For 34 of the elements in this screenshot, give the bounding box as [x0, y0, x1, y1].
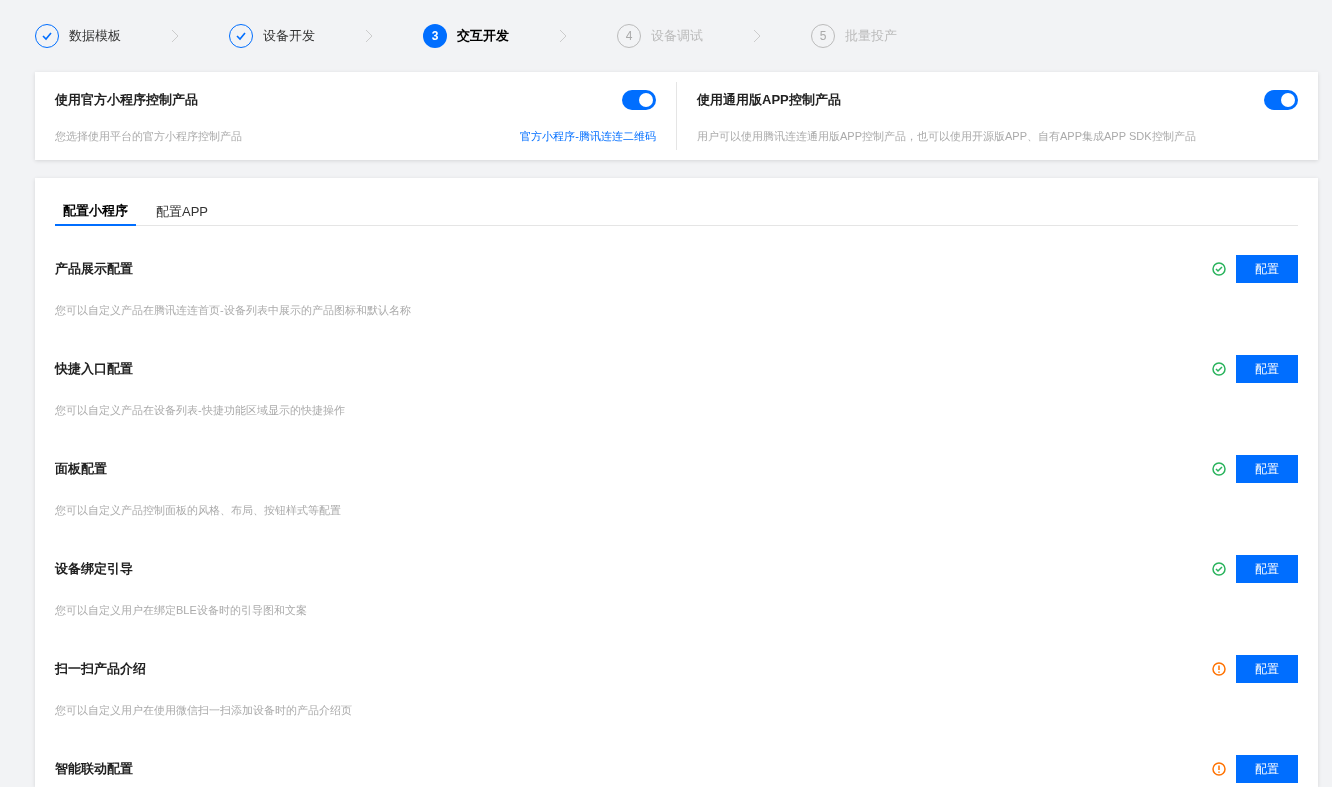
item-title: 产品展示配置 [55, 260, 133, 279]
chevron-right-icon [753, 29, 761, 43]
item-title: 快捷入口配置 [55, 360, 133, 379]
step-label: 交互开发 [457, 27, 509, 46]
item-description: 您可以自定义用户在使用微信扫一扫添加设备时的产品介绍页 [55, 703, 353, 718]
item-description: 您可以自定义产品在腾讯连连首页-设备列表中展示的产品图标和默认名称 [55, 303, 412, 318]
step-label: 数据模板 [69, 27, 121, 46]
item-title: 面板配置 [55, 460, 107, 479]
item-description: 您可以自定义产品控制面板的风格、布局、按钮样式等配置 [55, 503, 342, 518]
item-title: 智能联动配置 [55, 760, 133, 779]
toggle-switch[interactable] [622, 90, 656, 110]
configure-button[interactable]: 配置 [1236, 455, 1298, 483]
chevron-right-icon [171, 29, 179, 43]
item-title: 扫一扫产品介绍 [55, 660, 146, 679]
tab[interactable]: 配置小程序 [55, 198, 136, 226]
configure-button[interactable]: 配置 [1236, 755, 1298, 783]
step-label: 设备开发 [263, 27, 315, 46]
option-description: 您选择使用平台的官方小程序控制产品 [55, 129, 242, 144]
configure-button[interactable]: 配置 [1236, 655, 1298, 683]
configure-button[interactable]: 配置 [1236, 555, 1298, 583]
toggle-switch[interactable] [1264, 90, 1298, 110]
qr-code-link[interactable]: 官方小程序-腾讯连连二维码 [520, 128, 656, 145]
tab[interactable]: 配置APP [148, 198, 216, 226]
configure-button[interactable]: 配置 [1236, 255, 1298, 283]
chevron-right-icon [365, 29, 373, 43]
configure-button[interactable]: 配置 [1236, 355, 1298, 383]
option-title: 使用官方小程序控制产品 [55, 91, 198, 110]
item-title: 设备绑定引导 [55, 560, 133, 579]
item-description: 您可以自定义用户在绑定BLE设备时的引导图和文案 [55, 603, 308, 618]
option-description: 用户可以使用腾讯连连通用版APP控制产品，也可以使用开源版APP、自有APP集成APP SDK控制产品 [697, 129, 1196, 144]
step-number: 3 [423, 24, 447, 48]
option-title: 使用通用版APP控制产品 [697, 91, 841, 110]
chevron-right-icon [559, 29, 567, 43]
item-description: 您可以自定义产品在设备列表-快捷功能区域显示的快捷操作 [55, 403, 346, 418]
